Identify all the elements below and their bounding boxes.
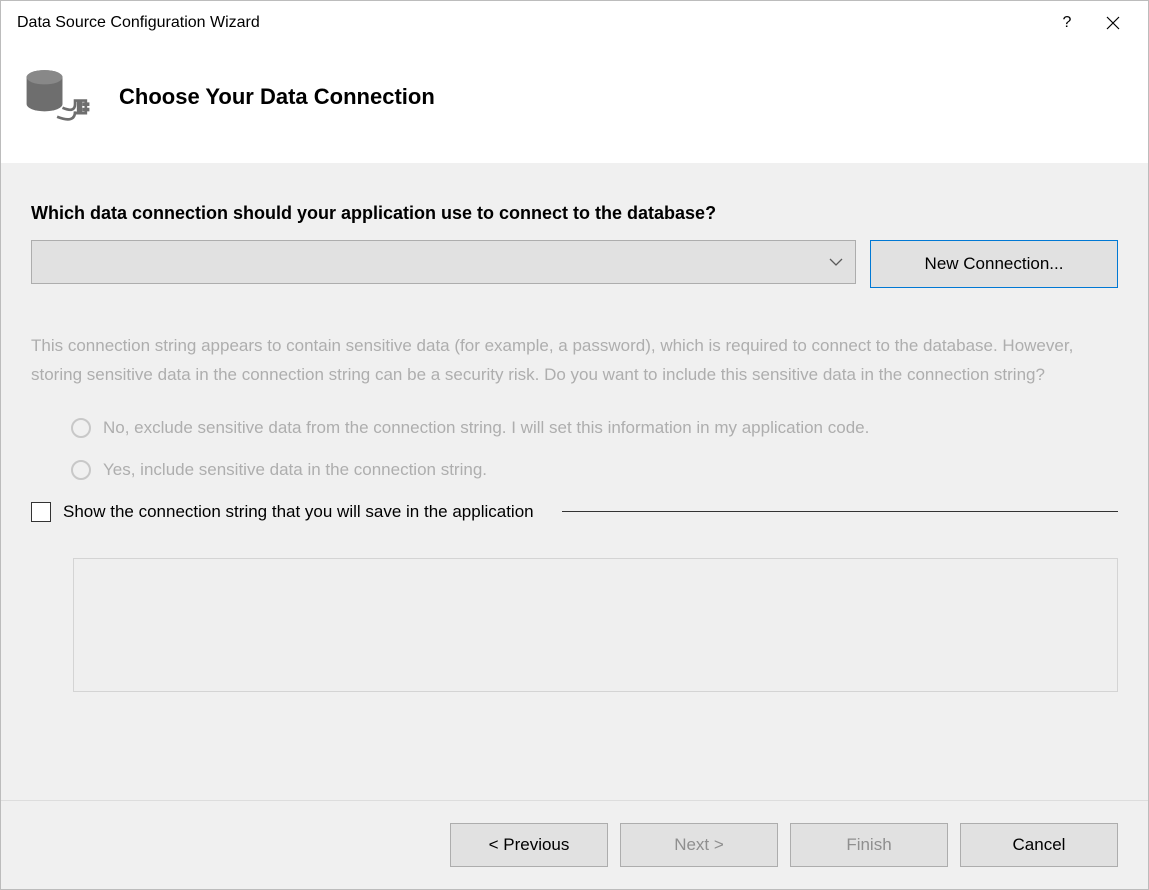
chevron-down-icon [829, 257, 843, 267]
next-button: Next > [620, 823, 778, 867]
new-connection-label: New Connection... [925, 254, 1064, 274]
wizard-footer: < Previous Next > Finish Cancel [1, 800, 1148, 889]
connection-dropdown[interactable] [31, 240, 856, 284]
next-label: Next > [674, 835, 724, 855]
radio-icon [71, 418, 91, 438]
show-connection-string-label: Show the connection string that you will… [63, 502, 534, 522]
divider [562, 511, 1118, 512]
page-title: Choose Your Data Connection [119, 84, 435, 110]
finish-button: Finish [790, 823, 948, 867]
help-icon: ? [1063, 14, 1072, 32]
window-title: Data Source Configuration Wizard [17, 14, 1044, 32]
close-button[interactable] [1090, 7, 1136, 39]
radio-exclude-label: No, exclude sensitive data from the conn… [103, 418, 869, 438]
expand-toggle-checkbox[interactable] [31, 502, 51, 522]
previous-label: < Previous [489, 835, 570, 855]
help-button[interactable]: ? [1044, 7, 1090, 39]
radio-include-sensitive: Yes, include sensitive data in the conne… [71, 460, 1118, 480]
cancel-button[interactable]: Cancel [960, 823, 1118, 867]
connection-string-textbox [73, 558, 1118, 692]
close-icon [1106, 16, 1120, 30]
wizard-content: Which data connection should your applic… [1, 163, 1148, 800]
radio-icon [71, 460, 91, 480]
sensitive-data-description: This connection string appears to contai… [31, 332, 1118, 390]
radio-exclude-sensitive: No, exclude sensitive data from the conn… [71, 418, 1118, 438]
connection-row: New Connection... [31, 240, 1118, 288]
database-plug-icon [23, 65, 93, 129]
finish-label: Finish [846, 835, 891, 855]
titlebar: Data Source Configuration Wizard ? [1, 1, 1148, 45]
wizard-header: Choose Your Data Connection [1, 45, 1148, 163]
show-connection-string-row: Show the connection string that you will… [31, 502, 1118, 522]
new-connection-button[interactable]: New Connection... [870, 240, 1118, 288]
radio-include-label: Yes, include sensitive data in the conne… [103, 460, 487, 480]
cancel-label: Cancel [1013, 835, 1066, 855]
question-label: Which data connection should your applic… [31, 203, 1118, 224]
previous-button[interactable]: < Previous [450, 823, 608, 867]
